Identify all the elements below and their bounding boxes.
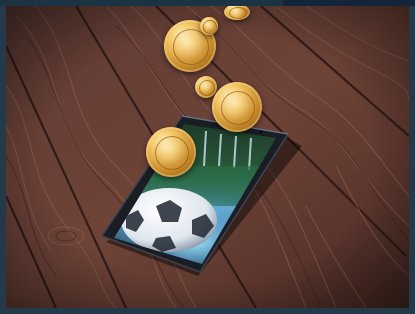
photo-scene [6,6,409,308]
image-frame [0,0,415,314]
gold-coin-icon [212,82,262,132]
gold-coin-icon [200,17,218,35]
gold-coin-icon [195,76,217,98]
gold-coin-icon [146,127,196,177]
